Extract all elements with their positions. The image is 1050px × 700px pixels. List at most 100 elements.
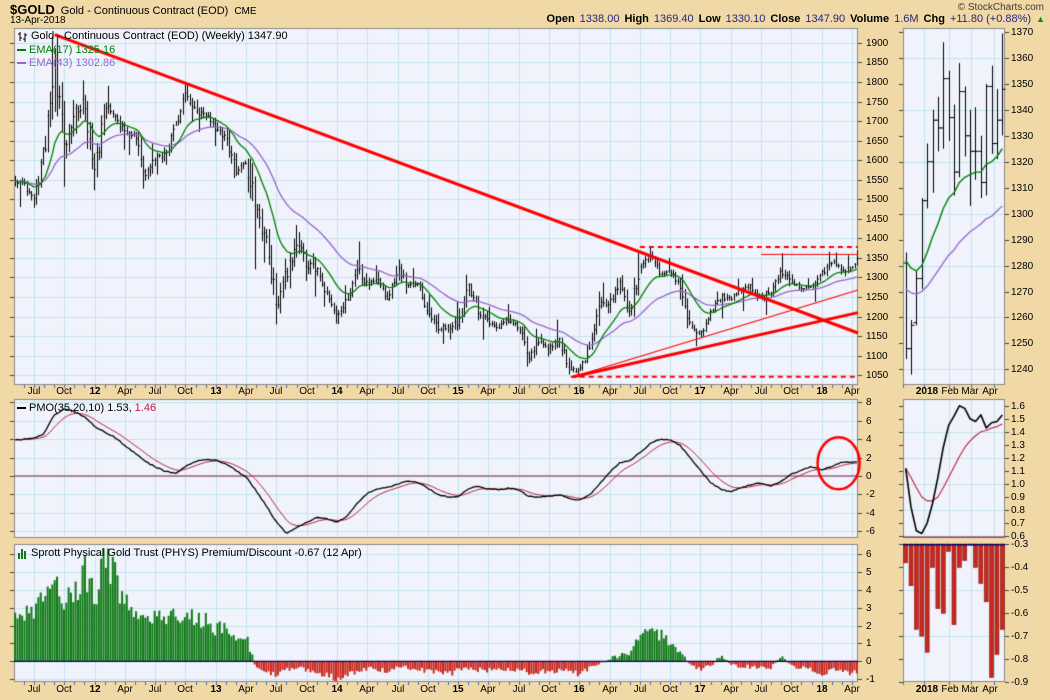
x-axis-label: Mar (961, 386, 979, 397)
x-axis-label: Jul (269, 684, 283, 695)
y-tick-label: 6 (866, 549, 872, 560)
x-axis-label: 12 (89, 386, 101, 397)
y-tick-label: 1650 (866, 136, 889, 147)
y-tick-label: -6 (866, 526, 875, 537)
y-tick-label: 0.7 (1011, 518, 1025, 529)
x-axis-label: 18 (816, 684, 828, 695)
y-tick-label: 1280 (1011, 261, 1034, 272)
y-tick-label: -2 (866, 489, 875, 500)
x-axis-label: Oct (56, 684, 72, 695)
y-tick-label: 2 (866, 621, 872, 632)
y-tick-label: 1250 (1011, 338, 1034, 349)
close-value: 1347.90 (805, 13, 846, 25)
x-axis-label: Jul (512, 386, 526, 397)
chart-date: 13-Apr-2018 (10, 15, 66, 26)
x-axis-label: Apr (844, 386, 860, 397)
x-axis-label: Oct (541, 386, 557, 397)
x-axis-label: Apr (982, 386, 998, 397)
x-axis-label: Oct (177, 684, 193, 695)
main-legend: Gold - Continuous Contract (EOD) (Weekly… (17, 30, 288, 42)
x-axis-label: Oct (783, 684, 799, 695)
y-tick-label: 1290 (1011, 235, 1034, 246)
x-axis-label: Apr (480, 684, 496, 695)
ema43-legend: EMA(43) 1302.86 (17, 57, 115, 69)
volume-value: 1.6M (894, 13, 919, 25)
y-tick-label: -1 (866, 674, 875, 685)
x-axis-label: Oct (662, 684, 678, 695)
y-tick-label: -4 (866, 508, 875, 519)
instrument-title: Gold - Continuous Contract (EOD) (60, 5, 229, 17)
x-axis-label: Jul (148, 386, 162, 397)
x-axis-label: Apr (480, 386, 496, 397)
y-tick-label: 1340 (1011, 105, 1034, 116)
x-axis-label: Oct (56, 386, 72, 397)
y-tick-label: 1350 (866, 253, 889, 264)
y-tick-label: 1500 (866, 194, 889, 205)
y-tick-label: 1.6 (1011, 401, 1025, 412)
y-tick-label: 0 (866, 656, 872, 667)
x-axis-label: Oct (299, 684, 315, 695)
y-tick-label: 1150 (866, 331, 888, 342)
x-axis-label: 14 (331, 386, 343, 397)
y-tick-label: 1260 (1011, 312, 1034, 323)
x-axis-label: Oct (541, 684, 557, 695)
x-axis-label: Jul (148, 684, 162, 695)
quote-row: Open 1338.00 High 1369.40 Low 1330.10 Cl… (547, 13, 1045, 25)
x-axis-label: Jul (269, 386, 283, 397)
x-axis-label: 17 (694, 684, 706, 695)
low-label: Low (698, 13, 721, 25)
y-tick-label: 8 (866, 397, 872, 408)
y-tick-label: -0.8 (1011, 654, 1029, 665)
y-tick-label: 4 (866, 434, 872, 445)
low-value: 1330.10 (725, 13, 766, 25)
main-legend-title: Gold - Continuous Contract (EOD) (Weekly… (31, 30, 288, 42)
y-tick-label: -0.5 (1011, 585, 1029, 596)
x-axis-label: Mar (961, 684, 979, 695)
ema17-line-swatch (17, 49, 26, 51)
phys-legend-title: Sprott Physical Gold Trust (PHYS) Premiu… (31, 547, 362, 559)
y-tick-label: 1.2 (1011, 453, 1025, 464)
open-label: Open (546, 13, 575, 25)
y-tick-label: 5 (866, 567, 872, 578)
x-axis-label: Jul (754, 684, 768, 695)
chart-canvas (0, 0, 1050, 700)
y-tick-label: -0.7 (1011, 631, 1029, 642)
y-tick-label: 1270 (1011, 287, 1034, 298)
x-axis-label: Apr (359, 684, 375, 695)
y-tick-label: 1300 (866, 272, 889, 283)
ohlc-chart-icon (18, 31, 27, 42)
x-axis-label: 16 (573, 386, 585, 397)
pmo-legend-name: PMO(35,20,10) (29, 402, 105, 414)
y-tick-label: 1350 (1011, 79, 1034, 90)
x-axis-label: 18 (816, 386, 828, 397)
y-tick-label: 1450 (866, 214, 889, 225)
y-tick-label: -0.9 (1011, 677, 1029, 688)
y-tick-label: 1.1 (1011, 466, 1025, 477)
x-axis-label: Jul (633, 684, 647, 695)
y-tick-label: 1.0 (1011, 479, 1025, 490)
pmo-legend: PMO(35,20,10) 1.53, 1.46 (17, 402, 156, 414)
y-tick-label: 1850 (866, 57, 889, 68)
exchange-label: CME (234, 6, 257, 17)
y-tick-label: 1050 (866, 370, 889, 381)
pmo-legend-value: 1.53, (107, 402, 132, 414)
ema43-legend-label: EMA(43) 1302.86 (29, 57, 116, 69)
x-axis-label: 2018 (915, 386, 939, 397)
x-axis-label: 2018 (915, 684, 939, 695)
x-axis-label: Jul (512, 684, 526, 695)
x-axis-label: Apr (117, 684, 133, 695)
x-axis-label: Apr (982, 684, 998, 695)
y-tick-label: 4 (866, 585, 872, 596)
pmo-line-swatch (17, 407, 26, 409)
y-tick-label: 1.4 (1011, 427, 1025, 438)
ema17-legend: EMA(17) 1325.16 (17, 44, 115, 56)
x-axis-label: 14 (331, 684, 343, 695)
phys-legend: Sprott Physical Gold Trust (PHYS) Premiu… (17, 547, 362, 559)
x-axis-label: Apr (359, 386, 375, 397)
x-axis-label: Oct (783, 386, 799, 397)
x-axis-label: Apr (238, 684, 254, 695)
ema43-line-swatch (17, 62, 26, 64)
x-axis-label: 15 (452, 386, 464, 397)
y-tick-label: 1550 (866, 175, 889, 186)
x-axis-label: Apr (723, 386, 739, 397)
